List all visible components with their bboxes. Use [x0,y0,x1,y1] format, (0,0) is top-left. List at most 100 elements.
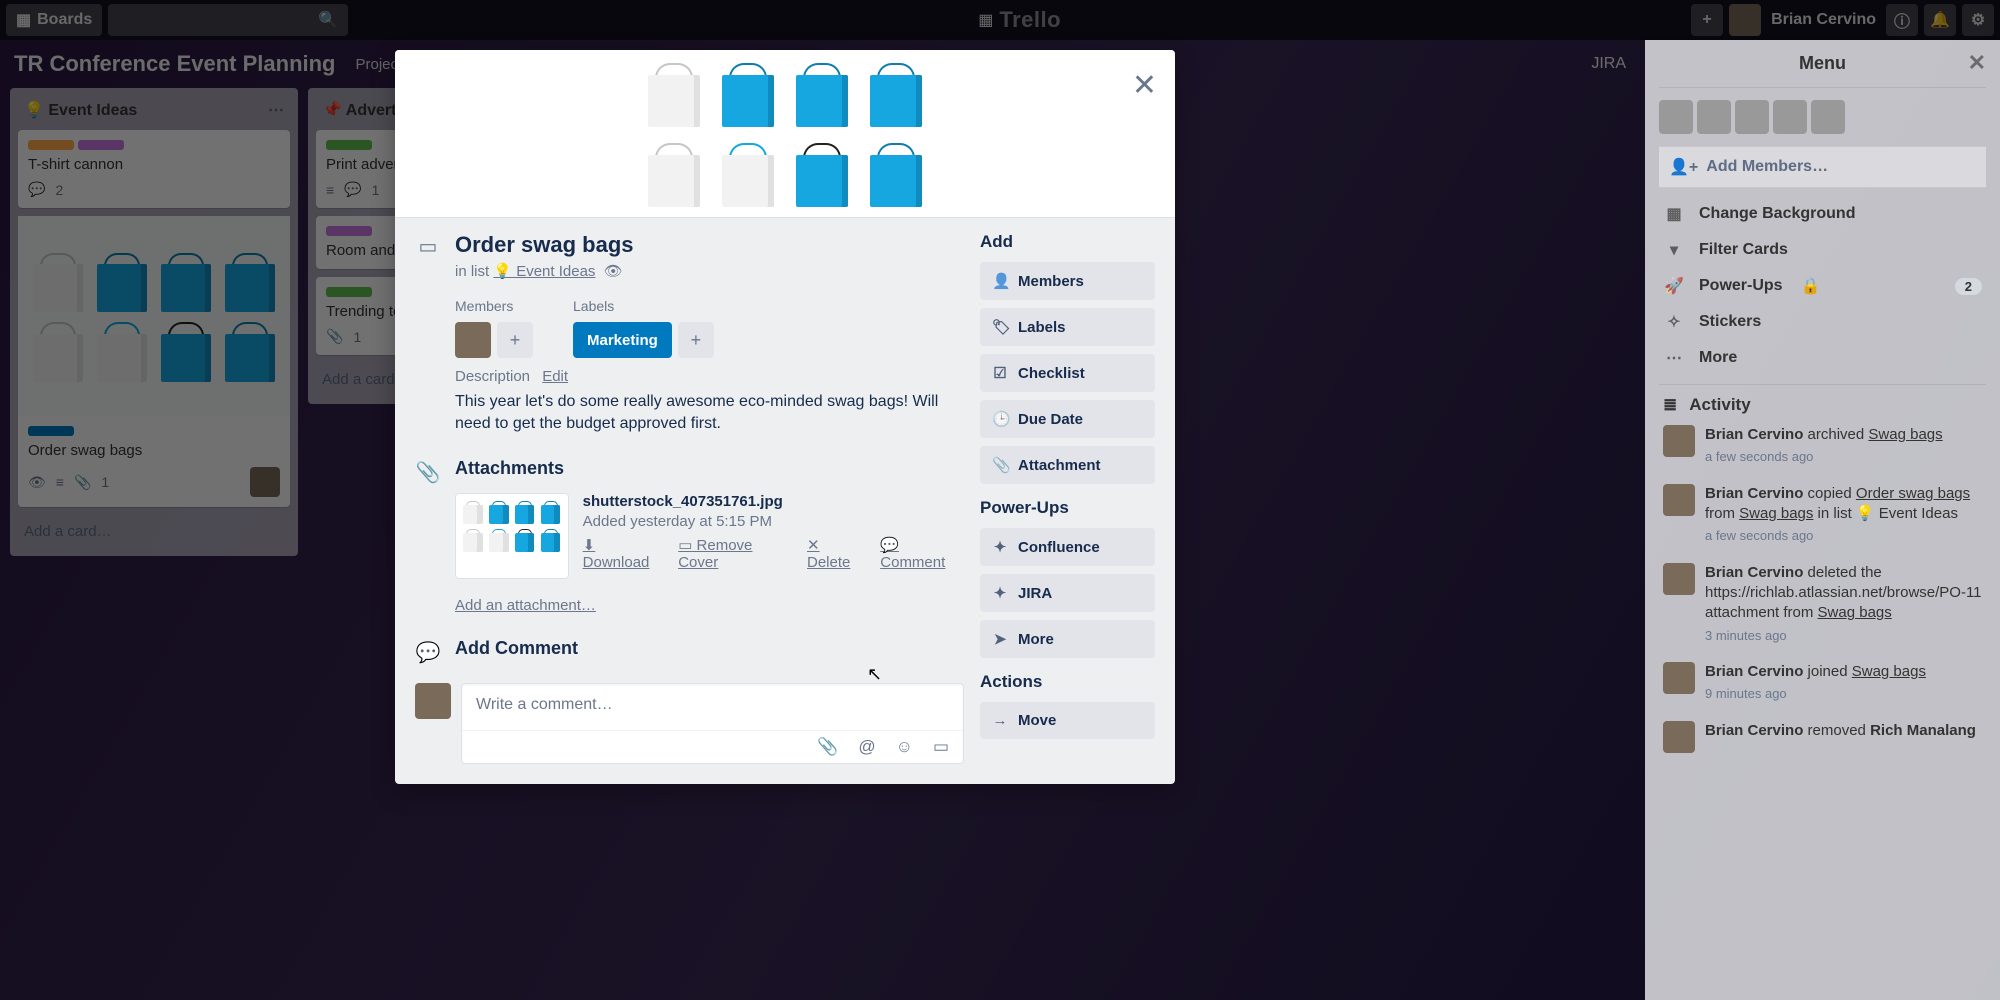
member-avatar[interactable] [1697,100,1731,134]
description-heading: Description [455,368,530,385]
activity-link[interactable]: Swag bags [1852,663,1926,680]
attachment-thumbnail [455,493,569,579]
checklist-icon: ☑ [992,364,1008,382]
side-move-button[interactable]: →Move [980,702,1155,739]
description-text[interactable]: This year let's do some really awesome e… [455,391,964,436]
emoji-icon[interactable]: ☺ [896,737,913,757]
member-avatar[interactable] [1735,100,1769,134]
member-avatar[interactable] [1773,100,1807,134]
side-confluence-button[interactable]: ✦Confluence [980,528,1155,566]
menu-header: Menu ✕ [1659,40,1986,88]
menu-change-background[interactable]: ▦Change Background [1659,196,1986,232]
more-icon: ⋯ [1663,348,1685,368]
add-comment-heading: Add Comment [455,638,964,659]
activity-avatar [1663,563,1695,595]
card-icon: ▭ [415,232,441,259]
activity-time: 9 minutes ago [1705,685,1926,703]
activity-time: 3 minutes ago [1705,627,1982,645]
activity-avatar [1663,484,1695,516]
comment-input[interactable]: Write a comment… [462,684,963,730]
add-attachment-button[interactable]: Add an attachment… [455,597,964,614]
watch-icon[interactable]: 👁 [604,263,623,280]
members-heading: Members [455,298,533,314]
side-jira-button[interactable]: ✦JIRA [980,574,1155,612]
attachment-date: Added yesterday at 5:15 PM [583,513,964,530]
member-avatar[interactable] [1659,100,1693,134]
side-duedate-button[interactable]: 🕒Due Date [980,400,1155,438]
add-label-button[interactable]: + [678,322,714,358]
menu-stickers[interactable]: ✧Stickers [1659,304,1986,340]
menu-filter-cards[interactable]: ▾Filter Cards [1659,232,1986,268]
add-members-button[interactable]: 👤+ Add Members… [1659,146,1986,188]
menu-close-button[interactable]: ✕ [1968,50,1986,76]
activity-heading: ≣Activity [1663,395,1982,415]
attachment-icon: 📎 [415,458,441,485]
labels-heading: Labels [573,298,714,314]
activity-link[interactable]: Swag bags [1739,505,1813,522]
attachment-name: shutterstock_407351761.jpg [583,493,964,510]
add-person-icon: 👤+ [1669,157,1698,177]
attachment-item[interactable]: shutterstock_407351761.jpg Added yesterd… [455,493,964,579]
mention-icon[interactable]: @ [858,737,875,757]
delete-button[interactable]: ✕ Delete [807,536,864,571]
activity-avatar [1663,721,1695,753]
activity-avatar [1663,662,1695,694]
activity-item: Brian Cervino deleted the https://richla… [1663,563,1982,644]
remove-cover-button[interactable]: ▭ Remove Cover [678,536,791,571]
comment-box: Write a comment… 📎 @ ☺ ▭ [461,683,964,764]
side-labels-button[interactable]: 🏷Labels [980,308,1155,346]
card-modal: ✕ ▭ Order swag bags in list 💡 Event Idea… [395,50,1175,784]
download-button[interactable]: ⬇ Download [583,536,663,571]
member-avatar[interactable] [455,322,491,358]
confluence-icon: ✦ [992,538,1008,556]
clock-icon: 🕒 [992,410,1008,428]
side-powerups-heading: Power-Ups [980,498,1155,518]
comment-icon: 💬 [415,638,441,665]
activity-link[interactable]: Swag bags [1818,604,1892,621]
attachments-heading: Attachments [455,458,964,479]
tag-icon: 🏷 [992,318,1008,336]
add-member-button[interactable]: + [497,322,533,358]
current-user-avatar [415,683,451,719]
activity-link[interactable]: Order swag bags [1856,485,1970,502]
plus-icon: + [510,330,521,351]
edit-description-button[interactable]: Edit [542,368,568,385]
activity-actor: Brian Cervino [1705,722,1803,739]
activity-actor: Brian Cervino [1705,663,1803,680]
card-modal-title[interactable]: Order swag bags [455,232,964,258]
add-members-label: Add Members… [1706,158,1828,176]
sticker-icon: ✧ [1663,312,1685,332]
menu-more[interactable]: ⋯More [1659,340,1986,376]
side-add-heading: Add [980,232,1155,252]
side-members-button[interactable]: 👤Members [980,262,1155,300]
menu-avatars [1659,88,1986,146]
person-icon: 👤 [992,272,1008,290]
list-link[interactable]: 💡 Event Ideas [493,263,595,280]
menu-powerups[interactable]: 🚀Power-Ups🔒2 [1659,268,1986,304]
card-cover-image[interactable]: ✕ [395,50,1175,218]
close-button[interactable]: ✕ [1132,68,1157,103]
card-icon[interactable]: ▭ [933,737,949,757]
activity-icon: ≣ [1663,395,1677,415]
rocket-icon: 🚀 [1663,276,1685,296]
attach-icon[interactable]: 📎 [817,737,838,757]
activity-actor: Brian Cervino [1705,485,1803,502]
label-chip-marketing[interactable]: Marketing [573,322,672,358]
move-icon: → [992,712,1008,729]
activity-item: Brian Cervino removed Rich Manalang [1663,721,1982,753]
side-attachment-button[interactable]: 📎Attachment [980,446,1155,484]
activity-link[interactable]: Swag bags [1868,426,1942,443]
background-icon: ▦ [1663,204,1685,224]
activity-actor: Brian Cervino [1705,564,1803,581]
side-actions-heading: Actions [980,672,1155,692]
lock-icon: 🔒 [1801,276,1821,296]
activity-time: a few seconds ago [1705,527,1982,545]
activity-item: Brian Cervino copied Order swag bags fro… [1663,484,1982,545]
filter-icon: ▾ [1663,240,1685,260]
member-avatar[interactable] [1811,100,1845,134]
side-checklist-button[interactable]: ☑Checklist [980,354,1155,392]
powerups-count: 2 [1955,278,1982,295]
comment-button[interactable]: 💬 Comment [880,536,964,571]
activity-item: Brian Cervino joined Swag bags 9 minutes… [1663,662,1982,703]
side-more-button[interactable]: ➤More [980,620,1155,658]
